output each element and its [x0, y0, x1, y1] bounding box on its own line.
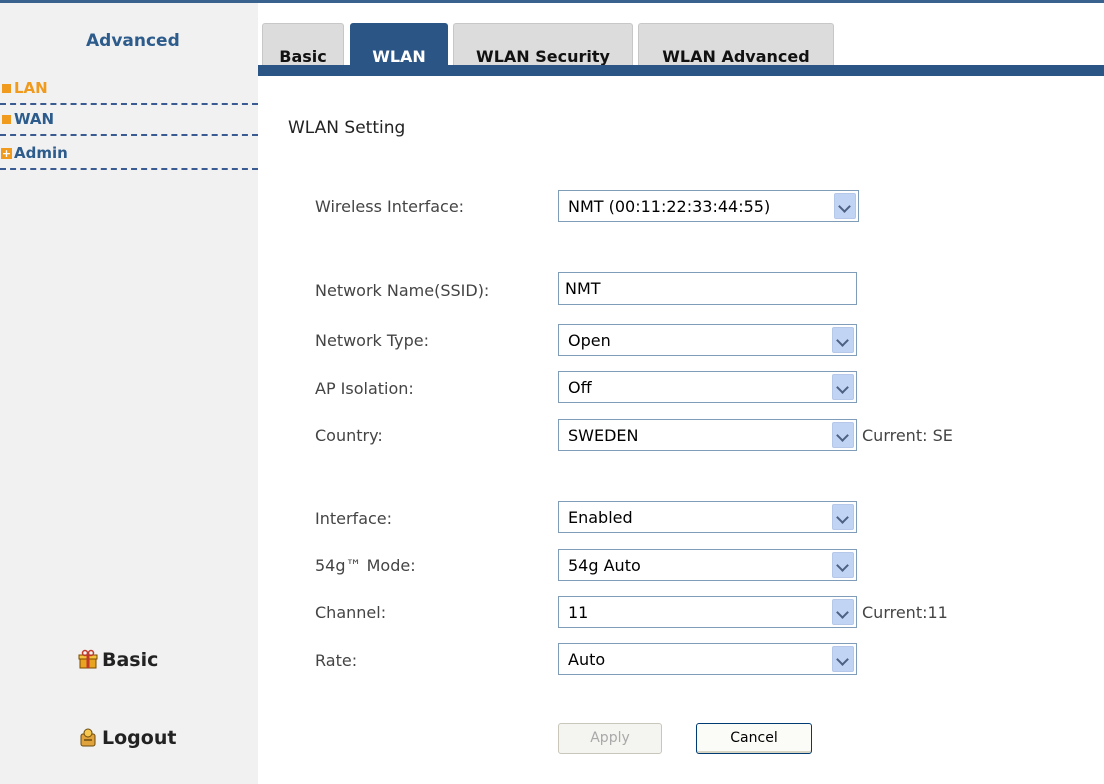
country-select[interactable]: SWEDEN [558, 419, 857, 451]
orange-square-icon [2, 115, 11, 124]
plus-expand-icon: + [1, 147, 12, 160]
chevron-down-icon [832, 646, 854, 672]
chevron-down-icon [834, 193, 856, 219]
sidebar-item-admin[interactable]: + Admin [0, 140, 258, 170]
channel-value: 11 [568, 603, 589, 622]
rate-label: Rate: [315, 651, 358, 670]
sidebar-item-label: Admin [14, 144, 68, 162]
tab-wlan-security[interactable]: WLAN Security [453, 23, 633, 66]
tab-basic[interactable]: Basic [262, 23, 344, 66]
sidebar-item-lan[interactable]: LAN [0, 75, 258, 105]
sidebar-item-label: LAN [14, 79, 48, 97]
sidebar-item-label: WAN [14, 110, 55, 128]
interface-label: Interface: [315, 509, 393, 528]
sidebar-item-wan[interactable]: WAN [0, 106, 258, 136]
section-title: WLAN Setting [288, 118, 406, 138]
network-type-select[interactable]: Open [558, 324, 857, 356]
network-type-label: Network Type: [315, 331, 430, 350]
gift-box-icon [78, 649, 98, 669]
chevron-down-icon [832, 599, 854, 625]
interface-select[interactable]: Enabled [558, 501, 857, 533]
chevron-down-icon [832, 422, 854, 448]
country-value: SWEDEN [568, 426, 639, 445]
interface-value: Enabled [568, 508, 633, 527]
channel-select[interactable]: 11 [558, 596, 857, 628]
tab-underline-bar [258, 65, 1104, 76]
channel-current: Current:11 [862, 603, 948, 622]
tab-wlan-advanced[interactable]: WLAN Advanced [638, 23, 834, 66]
ssid-field[interactable] [558, 272, 857, 305]
wireless-interface-select[interactable]: NMT (00:11:22:33:44:55) [558, 190, 859, 222]
channel-label: Channel: [315, 603, 387, 622]
chevron-down-icon [832, 327, 854, 353]
network-type-value: Open [568, 331, 611, 350]
chevron-down-icon [832, 374, 854, 400]
logout-icon [80, 728, 96, 747]
basic-link[interactable]: Basic [78, 649, 158, 671]
mode-54g-label: 54g™ Mode: [315, 556, 416, 575]
ap-isolation-value: Off [568, 378, 592, 397]
tab-wlan[interactable]: WLAN [350, 23, 448, 66]
chevron-down-icon [832, 504, 854, 530]
country-label: Country: [315, 426, 383, 445]
sidebar-title: Advanced [86, 31, 180, 51]
ap-isolation-label: AP Isolation: [315, 379, 414, 398]
apply-button[interactable]: Apply [558, 723, 662, 754]
orange-square-icon [2, 84, 11, 93]
logout-link[interactable]: Logout [78, 727, 176, 749]
chevron-down-icon [832, 552, 854, 578]
ssid-label: Network Name(SSID): [315, 281, 490, 300]
mode-54g-value: 54g Auto [568, 556, 641, 575]
cancel-button[interactable]: Cancel [696, 723, 812, 754]
basic-link-label: Basic [102, 649, 159, 671]
wireless-interface-label: Wireless Interface: [315, 197, 465, 216]
ssid-input[interactable] [559, 273, 855, 304]
sidebar: Advanced LAN WAN + Admin Basic Logout [0, 3, 258, 784]
logout-link-label: Logout [102, 727, 177, 749]
ap-isolation-select[interactable]: Off [558, 371, 857, 403]
country-current: Current: SE [862, 426, 953, 445]
rate-select[interactable]: Auto [558, 643, 857, 675]
wireless-interface-value: NMT (00:11:22:33:44:55) [568, 197, 771, 216]
rate-value: Auto [568, 650, 606, 669]
mode-54g-select[interactable]: 54g Auto [558, 549, 857, 581]
